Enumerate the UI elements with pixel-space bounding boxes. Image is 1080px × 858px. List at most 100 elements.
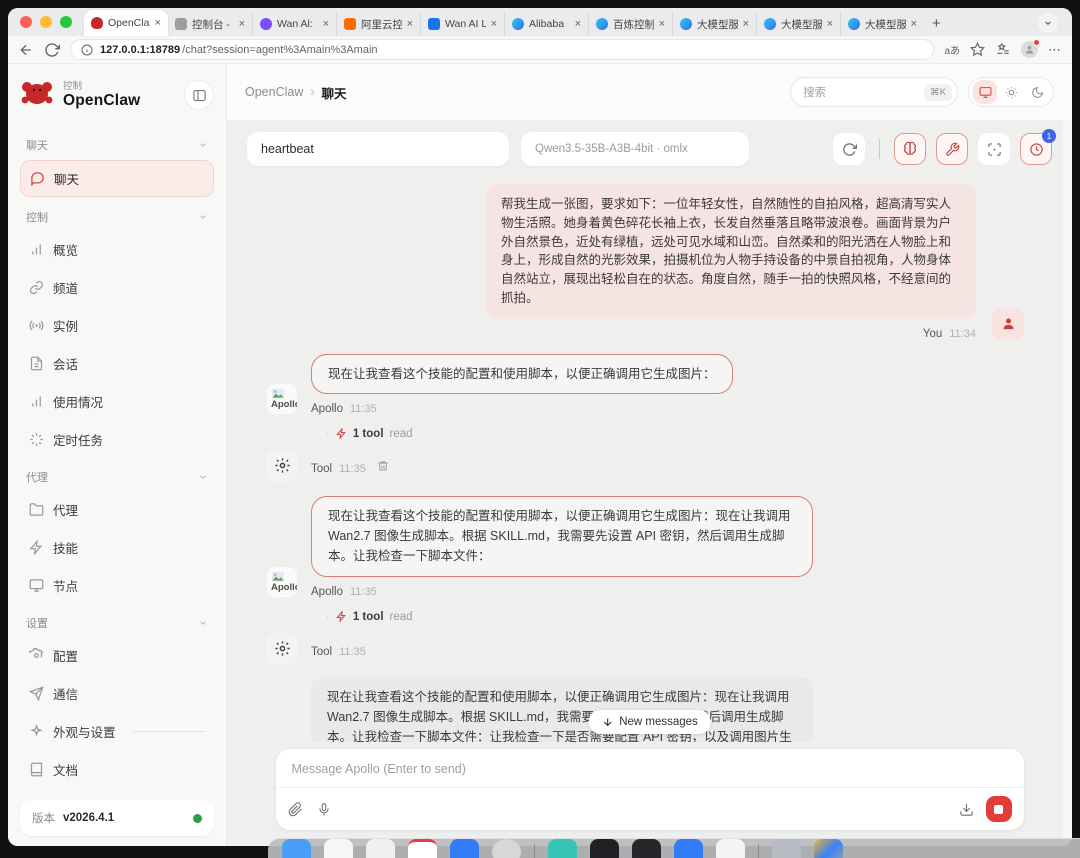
new-tab-button[interactable]: +: [932, 15, 941, 32]
search-input[interactable]: 搜索 ⌘K: [790, 77, 958, 107]
tab-close-icon[interactable]: ×: [239, 19, 245, 30]
sidebar-item-label: 实例: [53, 316, 78, 335]
download-icon[interactable]: [959, 802, 974, 817]
dock-app-icon[interactable]: [366, 839, 395, 858]
breadcrumb-root[interactable]: OpenClaw: [245, 85, 303, 99]
tab-close-icon[interactable]: ×: [827, 19, 833, 30]
section-control[interactable]: 控制: [20, 200, 214, 232]
tab-aliyun[interactable]: 阿里云控 ×: [336, 12, 420, 36]
tab-close-icon[interactable]: ×: [743, 19, 749, 30]
sidebar-item-nodes[interactable]: 节点: [20, 568, 214, 603]
delete-message-icon[interactable]: [377, 460, 389, 472]
arrow-down-icon: [601, 716, 613, 728]
new-messages-button[interactable]: New messages: [588, 710, 711, 734]
sidebar-item-chat[interactable]: 聊天: [20, 160, 214, 197]
dock-app-icon[interactable]: [632, 839, 661, 858]
dock-app-icon[interactable]: [716, 839, 745, 858]
openclaw-logo-icon: [20, 78, 54, 108]
tab-close-icon[interactable]: ×: [407, 19, 413, 30]
browser-menu-icon[interactable]: ⋯: [1048, 42, 1062, 58]
tab-close-icon[interactable]: ×: [659, 19, 665, 30]
wan-favicon: [260, 18, 272, 30]
dock-app-icon[interactable]: [548, 839, 577, 858]
sidebar-item-agents[interactable]: 代理: [20, 492, 214, 527]
dock-app-icon[interactable]: [324, 839, 353, 858]
tab-close-icon[interactable]: ×: [575, 19, 581, 30]
theme-light-button[interactable]: [999, 80, 1023, 104]
tab-llm-1[interactable]: 大模型服 ×: [672, 12, 756, 36]
dock-trash-icon[interactable]: [814, 839, 843, 858]
sidebar-collapse-button[interactable]: [184, 80, 214, 110]
tab-wan-ai-1[interactable]: Wan Al: ×: [252, 12, 336, 36]
tab-openclaw[interactable]: OpenCla ×: [84, 10, 168, 36]
mic-icon[interactable]: [317, 802, 331, 817]
address-bar[interactable]: 127.0.0.1:18789/chat?session=agent%3Amai…: [70, 39, 934, 60]
sidebar-item-appearance[interactable]: 外观与设置: [20, 714, 214, 749]
tab-wan-ai-2[interactable]: Wan AI L ×: [420, 12, 504, 36]
dock-app-icon[interactable]: [450, 839, 479, 858]
dock-app-icon[interactable]: [674, 839, 703, 858]
scrollbar-gutter[interactable]: [1063, 120, 1072, 846]
attach-icon[interactable]: [288, 802, 303, 817]
theme-system-button[interactable]: [973, 80, 997, 104]
tab-llm-2[interactable]: 大模型服 ×: [756, 12, 840, 36]
theme-dark-button[interactable]: [1025, 80, 1049, 104]
window-controls[interactable]: [20, 8, 84, 36]
collections-icon[interactable]: [995, 42, 1011, 57]
translate-icon[interactable]: aあ: [944, 42, 960, 57]
sidebar-item-sessions[interactable]: 会话: [20, 346, 214, 381]
tool-call-summary[interactable]: · 1 tool read: [326, 611, 1024, 623]
minimize-window-button[interactable]: [40, 16, 52, 28]
tab-close-icon[interactable]: ×: [155, 18, 161, 29]
thinking-button[interactable]: [894, 133, 926, 165]
focus-button[interactable]: [978, 133, 1010, 165]
tab-close-icon[interactable]: ×: [491, 19, 497, 30]
monitor-icon: [29, 578, 44, 593]
dock-folder-icon[interactable]: [772, 839, 801, 858]
gear-icon: [274, 457, 291, 474]
browser-profile-avatar[interactable]: [1021, 41, 1038, 58]
dock-app-icon[interactable]: [408, 839, 437, 858]
sidebar-item-docs[interactable]: 文档: [20, 752, 214, 787]
tab-alibaba[interactable]: Alibaba ×: [504, 12, 588, 36]
zoom-window-button[interactable]: [60, 16, 72, 28]
sidebar-item-skills[interactable]: 技能: [20, 530, 214, 565]
tab-bailian[interactable]: 百炼控制 ×: [588, 12, 672, 36]
sidebar-item-scheduled-tasks[interactable]: 定时任务: [20, 422, 214, 457]
dock-app-icon[interactable]: [590, 839, 619, 858]
bookmark-star-icon[interactable]: [970, 42, 985, 57]
tab-close-icon[interactable]: ×: [911, 19, 917, 30]
tool-message: Tool 11:35: [266, 450, 1024, 482]
sidebar-item-config[interactable]: 配置: [20, 638, 214, 673]
history-button[interactable]: 1: [1020, 133, 1052, 165]
message-input[interactable]: Message Apollo (Enter to send): [276, 749, 1024, 787]
model-select[interactable]: Qwen3.5-35B-A3B-4bit · omlx: [521, 132, 749, 166]
section-agents[interactable]: 代理: [20, 460, 214, 492]
back-icon[interactable]: [18, 42, 34, 58]
tab-overflow-button[interactable]: [1038, 13, 1058, 33]
sidebar-item-communication[interactable]: 通信: [20, 676, 214, 711]
sidebar-item-overview[interactable]: 概览: [20, 232, 214, 267]
chevron-down-icon: [198, 140, 208, 150]
close-window-button[interactable]: [20, 16, 32, 28]
dock-app-icon[interactable]: [282, 839, 311, 858]
section-settings[interactable]: 设置: [20, 606, 214, 638]
section-chat[interactable]: 聊天: [20, 128, 214, 160]
heartbeat-input[interactable]: heartbeat: [247, 132, 509, 166]
apollo-avatar: Apollo: [266, 383, 298, 415]
gear-icon: [29, 648, 44, 663]
tab-llm-3[interactable]: 大模型服 ×: [840, 12, 924, 36]
refresh-button[interactable]: [833, 133, 865, 165]
refresh-icon[interactable]: [44, 42, 60, 58]
stop-button[interactable]: [986, 796, 1012, 822]
tools-button[interactable]: [936, 133, 968, 165]
sidebar-item-usage[interactable]: 使用情况: [20, 384, 214, 419]
tab-close-icon[interactable]: ×: [323, 19, 329, 30]
tab-console[interactable]: 控制台 - ×: [168, 12, 252, 36]
message-list[interactable]: 帮我生成一张图，要求如下：一位年轻女性，自然随性的自拍风格，超高清写实人物生活照…: [227, 176, 1063, 742]
dock-settings-icon[interactable]: [492, 839, 521, 858]
sidebar-item-channels[interactable]: 频道: [20, 270, 214, 305]
site-info-icon[interactable]: [81, 44, 93, 56]
sidebar-item-instances[interactable]: 实例: [20, 308, 214, 343]
tool-call-summary[interactable]: · 1 tool read: [326, 428, 1024, 440]
